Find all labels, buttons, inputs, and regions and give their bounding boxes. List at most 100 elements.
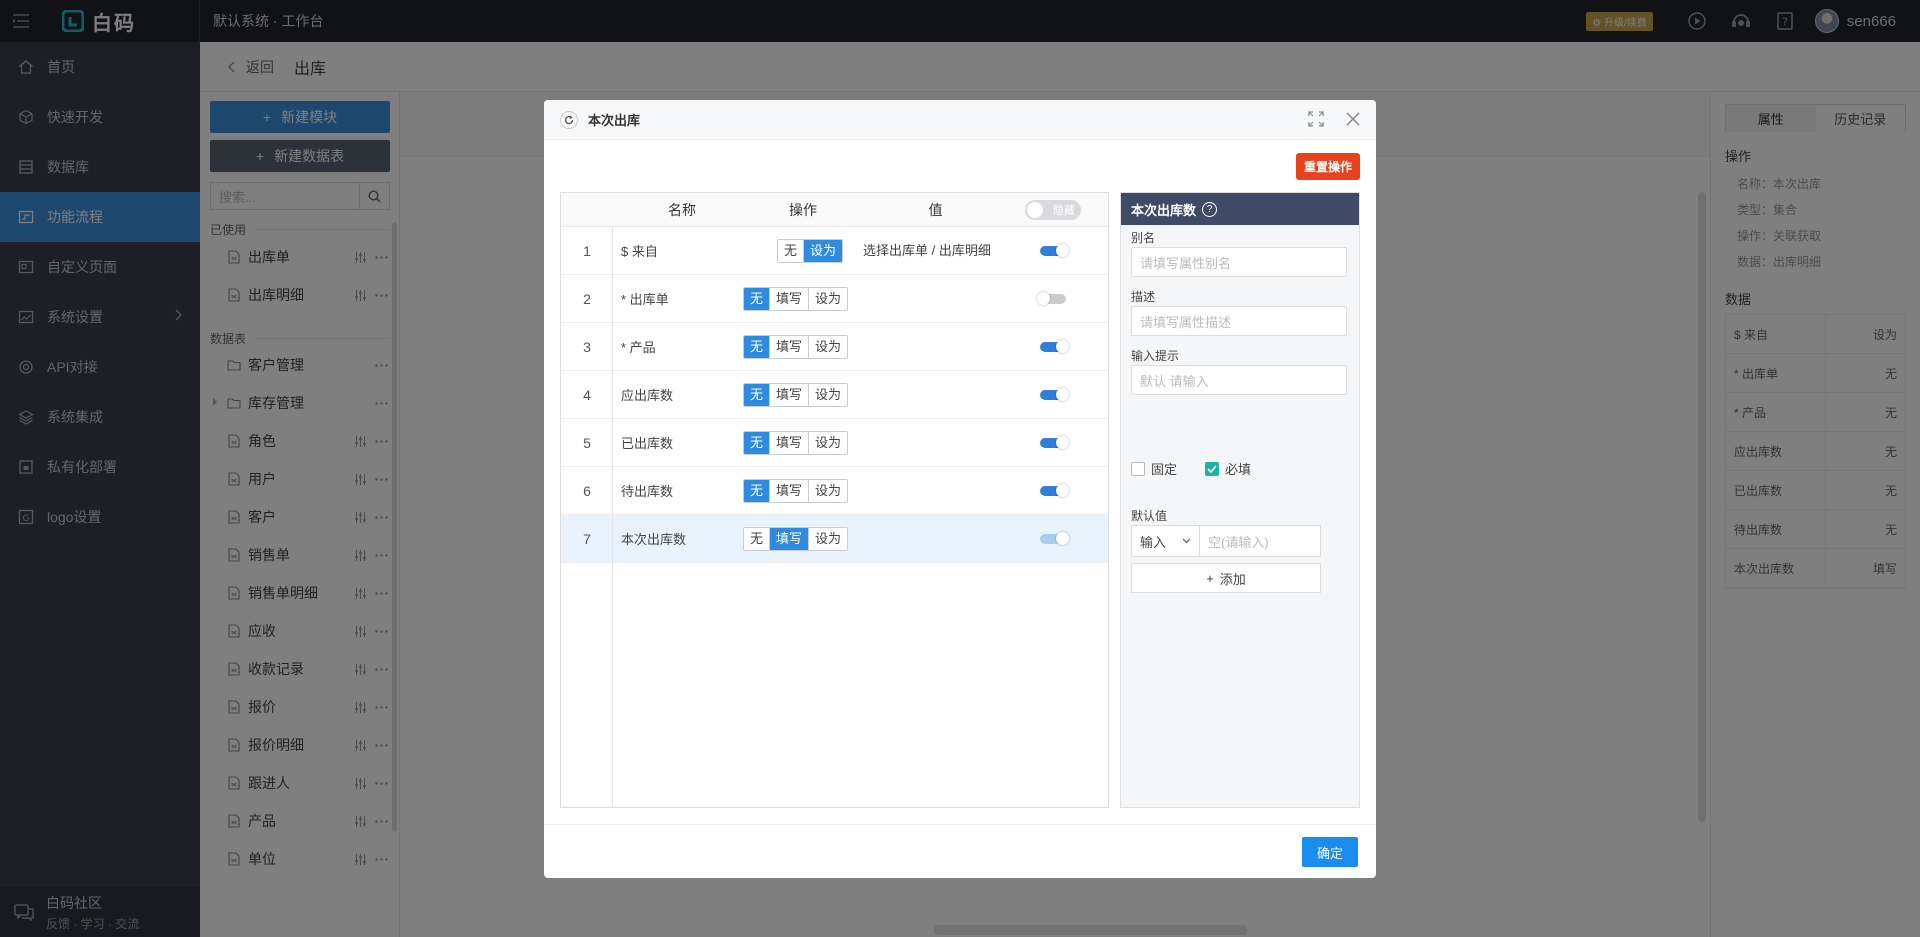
field-name: 应出库数 xyxy=(621,388,674,403)
visibility-switch[interactable] xyxy=(1040,435,1069,449)
dialog-header: 本次出库 xyxy=(544,100,1376,140)
reset-operation-button[interactable]: 重置操作 xyxy=(1295,153,1360,180)
op-none-option[interactable]: 无 xyxy=(744,479,771,502)
field-row[interactable]: 4 应出库数 无填写 设为 xyxy=(561,371,1108,419)
op-set-option[interactable]: 设为 xyxy=(809,383,848,406)
op-cell: 无填写 设为 xyxy=(743,382,863,407)
op-segment: 无填写 设为 xyxy=(743,478,849,503)
attribute-editor-header: 本次出库数 ? xyxy=(1121,193,1359,225)
switch-cell xyxy=(1008,435,1098,449)
field-name: $ 来自 xyxy=(621,244,658,259)
op-set-option[interactable]: 设为 xyxy=(809,335,848,358)
plus-icon: + xyxy=(1206,570,1214,586)
confirm-button[interactable]: 确定 xyxy=(1302,837,1358,867)
op-segment: 无填写 设为 xyxy=(743,526,849,551)
op-set-option[interactable]: 设为 xyxy=(809,287,848,310)
required-checkbox-box[interactable] xyxy=(1205,461,1219,476)
operation-dialog: 本次出库 重置操作 名称 操作 值 隐藏 1 $ 来自无设为 选择出库单 / 出库明… xyxy=(544,100,1376,878)
required-checkbox[interactable]: 必填 xyxy=(1205,459,1251,478)
col-value-header: 值 xyxy=(928,201,943,218)
op-fill-option[interactable]: 填写 xyxy=(770,287,810,310)
hint-label: 输入提示 xyxy=(1131,349,1180,363)
question-icon[interactable]: ? xyxy=(1202,201,1218,217)
field-row[interactable]: 6 待出库数 无填写 设为 xyxy=(561,467,1108,515)
op-cell: 无填写 设为 xyxy=(743,478,863,503)
default-mode-select[interactable]: 输入 xyxy=(1132,526,1200,556)
visibility-switch[interactable] xyxy=(1040,339,1069,353)
fixed-checkbox[interactable]: 固定 xyxy=(1131,459,1177,478)
field-row[interactable]: 1 $ 来自 无设为 选择出库单 / 出库明细 xyxy=(561,227,1108,275)
fixed-checkbox-box[interactable] xyxy=(1131,461,1145,476)
row-number: 5 xyxy=(583,434,591,451)
field-name: 已出库数 xyxy=(621,436,674,451)
dialog-title: 本次出库 xyxy=(588,113,641,128)
op-none-option[interactable]: 无 xyxy=(744,527,771,550)
default-value-input[interactable]: 空(请输入) xyxy=(1200,526,1320,556)
op-cell: 无设为 xyxy=(743,238,863,263)
alias-input[interactable]: 请填写属性别名 xyxy=(1131,247,1347,277)
switch-cell xyxy=(1008,243,1098,257)
refresh-icon[interactable] xyxy=(560,110,578,129)
row-number: 2 xyxy=(583,290,591,307)
op-segment: 无填写 设为 xyxy=(743,430,849,455)
switch-cell xyxy=(1008,483,1098,497)
op-segment: 无填写 设为 xyxy=(743,286,849,311)
required-label: 必填 xyxy=(1225,462,1252,477)
visibility-switch[interactable] xyxy=(1040,243,1069,257)
op-segment: 无填写 设为 xyxy=(743,382,849,407)
row-number: 4 xyxy=(583,386,591,403)
op-set-option[interactable]: 设为 xyxy=(809,527,848,550)
field-row[interactable]: 2 * 出库单 无填写 设为 xyxy=(561,275,1108,323)
field-name: 本次出库数 xyxy=(621,532,687,547)
description-label: 描述 xyxy=(1131,290,1156,304)
add-default-button[interactable]: + 添加 xyxy=(1131,563,1321,593)
op-none-option[interactable]: 无 xyxy=(744,287,771,310)
close-icon[interactable] xyxy=(1346,112,1360,126)
switch-cell xyxy=(1008,339,1098,353)
op-fill-option[interactable]: 填写 xyxy=(770,383,810,406)
switch-cell xyxy=(1008,291,1098,305)
field-name: * 出库单 xyxy=(621,292,669,307)
alias-label: 别名 xyxy=(1131,231,1156,245)
op-fill-option[interactable]: 填写 xyxy=(770,527,810,550)
description-input[interactable]: 请填写属性描述 xyxy=(1131,306,1347,336)
hide-toggle[interactable]: 隐藏 xyxy=(1025,199,1081,220)
fullscreen-icon[interactable] xyxy=(1308,111,1324,127)
fixed-label: 固定 xyxy=(1151,462,1178,477)
op-cell: 无填写 设为 xyxy=(743,526,863,551)
op-none-option[interactable]: 无 xyxy=(744,335,771,358)
switch-cell xyxy=(1008,387,1098,401)
field-row[interactable]: 5 已出库数 无填写 设为 xyxy=(561,419,1108,467)
col-name-header: 名称 xyxy=(668,201,696,218)
op-none-option[interactable]: 无 xyxy=(744,431,771,454)
field-row[interactable]: 7 本次出库数 无填写 设为 xyxy=(561,515,1108,563)
attribute-editor: 本次出库数 ? 别名 请填写属性别名 描述 请填写属性描述 输入提示 默认 请输… xyxy=(1120,192,1360,808)
field-name: 待出库数 xyxy=(621,484,674,499)
op-fill-option[interactable]: 填写 xyxy=(770,479,810,502)
field-table: 名称 操作 值 隐藏 1 $ 来自无设为 选择出库单 / 出库明细 2 * 出库单无填写… xyxy=(560,192,1109,808)
attribute-title: 本次出库数 xyxy=(1131,202,1197,218)
op-set-option[interactable]: 设为 xyxy=(804,239,843,262)
op-set-option[interactable]: 设为 xyxy=(809,479,848,502)
op-none-option[interactable]: 无 xyxy=(744,383,771,406)
op-segment: 无设为 xyxy=(777,238,844,263)
field-value: 选择出库单 / 出库明细 xyxy=(863,242,991,258)
visibility-switch[interactable] xyxy=(1037,291,1066,305)
visibility-switch[interactable] xyxy=(1040,531,1069,545)
visibility-switch[interactable] xyxy=(1040,483,1069,497)
op-fill-option[interactable]: 填写 xyxy=(770,335,810,358)
row-number: 1 xyxy=(583,242,591,259)
row-number: 3 xyxy=(583,338,591,355)
col-op-header: 操作 xyxy=(789,201,817,218)
hide-toggle-label: 隐藏 xyxy=(1053,204,1075,217)
visibility-switch[interactable] xyxy=(1040,387,1069,401)
row-number: 6 xyxy=(583,482,591,499)
dialog-footer: 确定 xyxy=(544,824,1376,878)
field-row[interactable]: 3 * 产品 无填写 设为 xyxy=(561,323,1108,371)
op-fill-option[interactable]: 填写 xyxy=(770,431,810,454)
default-value-label: 默认值 xyxy=(1131,509,1168,523)
default-value-row: 输入 空(请输入) xyxy=(1131,525,1321,557)
op-none-option[interactable]: 无 xyxy=(778,239,805,262)
hint-input[interactable]: 默认 请输入 xyxy=(1131,365,1347,395)
op-set-option[interactable]: 设为 xyxy=(809,431,848,454)
